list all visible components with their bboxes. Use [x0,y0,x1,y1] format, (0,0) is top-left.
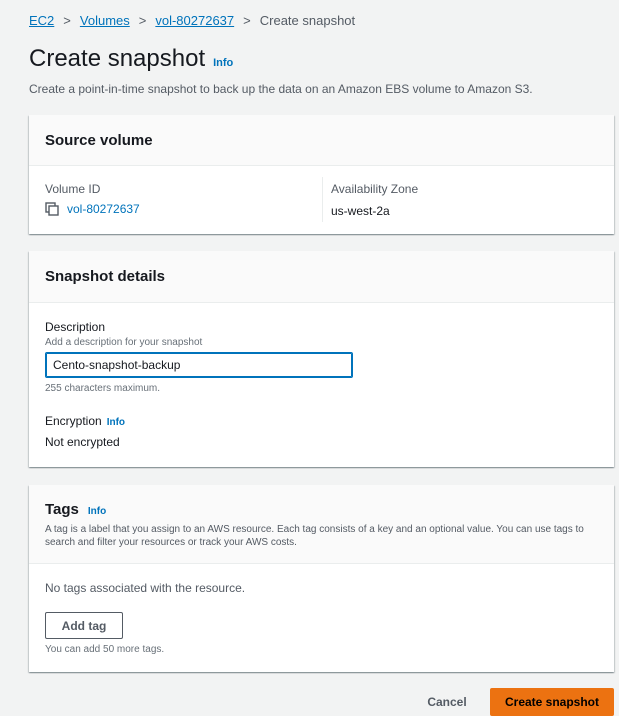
tags-info-link[interactable]: Info [88,506,106,517]
description-input[interactable] [45,352,353,378]
chevron-right-icon: > [138,13,147,28]
page-title: Create snapshot [29,45,206,72]
source-volume-title: Source volume [45,131,153,149]
tags-header: Tags Info A tag is a label that you assi… [29,485,614,564]
source-volume-header: Source volume [29,115,614,166]
page-description: Create a point-in-time snapshot to back … [29,82,533,96]
volume-id-field: Volume ID vol-80272637 [45,182,140,216]
description-label: Description [45,320,106,334]
snapshot-details-panel: Snapshot details Description Add a descr… [29,251,614,467]
tags-title-row: Tags Info [45,501,598,518]
snapshot-details-header: Snapshot details [29,251,614,303]
breadcrumb-volume-id[interactable]: vol-80272637 [155,13,234,28]
copy-icon[interactable] [45,202,59,216]
tags-empty-text: No tags associated with the resource. [45,581,246,595]
tags-limit-text: You can add 50 more tags. [45,644,165,655]
availability-zone-value: us-west-2a [331,204,390,218]
breadcrumb-ec2[interactable]: EC2 [29,13,54,28]
create-snapshot-button[interactable]: Create snapshot [490,688,614,716]
page-info-link[interactable]: Info [213,57,233,69]
snapshot-details-title: Snapshot details [45,268,166,285]
encryption-value: Not encrypted [45,435,120,449]
chevron-right-icon: > [243,13,251,28]
availability-zone-field: Availability Zone us-west-2a [322,177,418,222]
availability-zone-label: Availability Zone [331,182,419,196]
volume-id-label: Volume ID [45,182,101,196]
encryption-label-row: Encryption Info [45,414,125,428]
encryption-info-link[interactable]: Info [107,417,125,428]
encryption-label: Encryption [45,414,102,428]
description-hint: Add a description for your snapshot [45,337,203,348]
page-header: Create snapshot Info [29,45,233,73]
chevron-right-icon: > [63,13,71,28]
breadcrumb: EC2 > Volumes > vol-80272637 > Create sn… [29,13,355,28]
tags-title: Tags [45,501,79,518]
breadcrumb-current: Create snapshot [259,13,356,28]
tags-description: A tag is a label that you assign to an A… [45,524,584,548]
source-volume-panel: Source volume Volume ID vol-80272637 Ava… [29,115,614,234]
tags-panel: Tags Info A tag is a label that you assi… [29,485,614,672]
description-constraint: 255 characters maximum. [45,383,161,394]
volume-id-link[interactable]: vol-80272637 [67,202,140,216]
cancel-button[interactable]: Cancel [417,688,477,716]
volume-id-value: vol-80272637 [45,202,140,216]
breadcrumb-volumes[interactable]: Volumes [80,13,130,28]
add-tag-button[interactable]: Add tag [45,612,123,639]
